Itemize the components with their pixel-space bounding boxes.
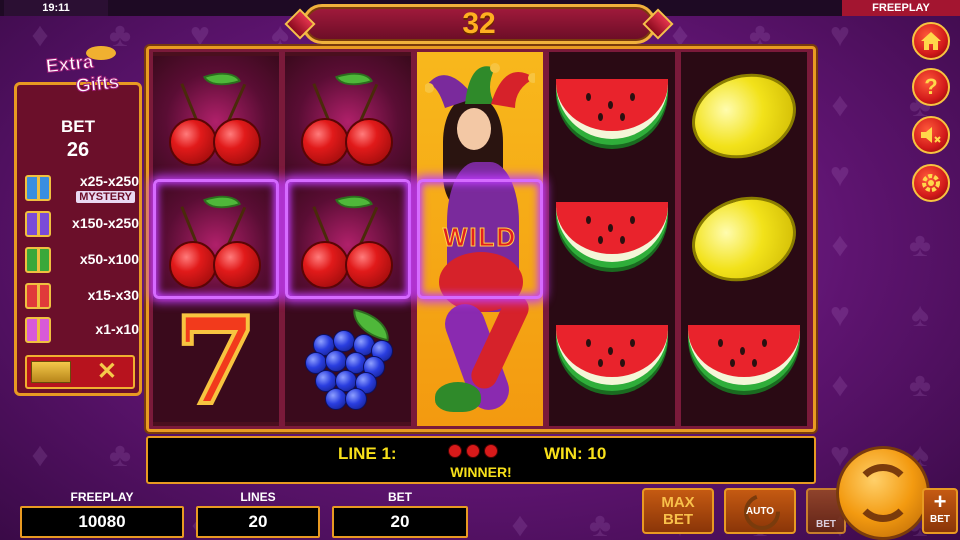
winner-message: WINNER! — [450, 464, 512, 480]
gift-range: x150-x250 — [72, 215, 139, 231]
symbol-grapes — [285, 302, 411, 422]
bet-value: 20 — [332, 506, 468, 538]
symbol-seven: 7 — [153, 300, 279, 424]
gift-icon — [25, 175, 51, 201]
mode-badge: FREEPLAY — [842, 0, 960, 16]
gift-range: x50-x100 — [79, 251, 139, 267]
lines-value: 20 — [196, 506, 320, 538]
extra-gifts-toggle[interactable]: ✕ — [25, 355, 135, 389]
win-highlight — [153, 179, 279, 299]
jester-hat-icon — [425, 63, 535, 108]
gift-row: x15-x30 — [23, 281, 139, 311]
settings-icon — [922, 174, 940, 192]
symbol-cherry — [153, 56, 279, 176]
freeplay-label: FREEPLAY — [70, 490, 134, 504]
auto-spin-button[interactable]: AUTO — [724, 488, 796, 534]
reel-4 — [549, 52, 675, 426]
symbol-cherry — [285, 56, 411, 176]
max-bet-line2: BET — [663, 511, 693, 528]
auto-label: AUTO — [745, 506, 775, 517]
reel-5 — [680, 52, 808, 426]
lines-label: LINES — [240, 490, 276, 504]
cherry-icon — [484, 444, 498, 458]
reels-frame: 7 WILD — [146, 46, 816, 432]
home-icon — [921, 32, 941, 50]
cherry-icon — [466, 444, 480, 458]
bet-increase-button[interactable]: + BET — [922, 488, 958, 534]
extra-gifts-logo: Extra Gifts — [36, 46, 136, 104]
spin-button[interactable] — [836, 446, 930, 540]
gift-icon — [25, 283, 51, 309]
gifts-bet-label: BET — [61, 117, 95, 136]
help-button[interactable]: ? — [912, 68, 950, 106]
gift-icon — [25, 211, 51, 237]
win-info-bar: LINE 1: WIN: 10 WINNER! — [146, 436, 816, 484]
symbol-watermelon — [549, 179, 675, 299]
freeplay-balance: 10080 — [20, 506, 184, 538]
bet-plus-label: BET — [930, 514, 950, 525]
spin-arrows-icon — [854, 464, 912, 522]
gift-row: x50-x100 — [23, 245, 139, 275]
cherry-icons — [448, 444, 498, 458]
gift-icon — [25, 317, 51, 343]
mystery-badge: MYSTERY — [76, 191, 135, 203]
win-line-label: LINE 1: — [338, 444, 397, 463]
bet-minus-label: BET — [816, 519, 836, 530]
win-counter: 32 — [284, 4, 674, 44]
gift-row: x1-x10 — [23, 315, 139, 345]
settings-button[interactable] — [912, 164, 950, 202]
sound-button[interactable] — [912, 116, 950, 154]
symbol-lemon — [680, 56, 808, 176]
symbol-watermelon — [681, 302, 807, 422]
win-highlight — [417, 179, 543, 299]
gift-row: x150-x250 — [23, 209, 139, 239]
extra-gifts-panel: BET 26 x25-x250 MYSTERY x150-x250 x50-x1… — [14, 82, 142, 396]
bet-label: BET — [388, 490, 412, 504]
win-amount: WIN: 10 — [544, 444, 607, 463]
gifts-bet-value: 26 — [66, 139, 90, 161]
gift-range: x15-x30 — [87, 287, 139, 303]
symbol-watermelon — [549, 302, 675, 422]
sound-off-icon — [921, 127, 941, 143]
toggle-knob — [31, 361, 71, 383]
cherry-icon — [448, 444, 462, 458]
max-bet-line1: MAX — [661, 494, 695, 511]
counter-value: 32 — [462, 7, 496, 40]
symbol-watermelon — [549, 56, 675, 176]
gift-range: x25-x250 — [79, 173, 139, 189]
gift-icon — [25, 247, 51, 273]
gift-range: x1-x10 — [95, 321, 139, 337]
plus-icon: + — [933, 489, 947, 514]
win-highlight — [285, 179, 411, 299]
symbol-lemon — [680, 179, 808, 299]
home-button[interactable] — [912, 22, 950, 60]
logo-text-gifts: Gifts — [74, 71, 121, 98]
gift-row: x25-x250 MYSTERY — [23, 173, 139, 203]
help-icon: ? — [924, 74, 938, 99]
clock: 19:11 — [4, 0, 108, 16]
close-icon: ✕ — [96, 358, 117, 385]
max-bet-button[interactable]: MAX BET — [642, 488, 714, 534]
